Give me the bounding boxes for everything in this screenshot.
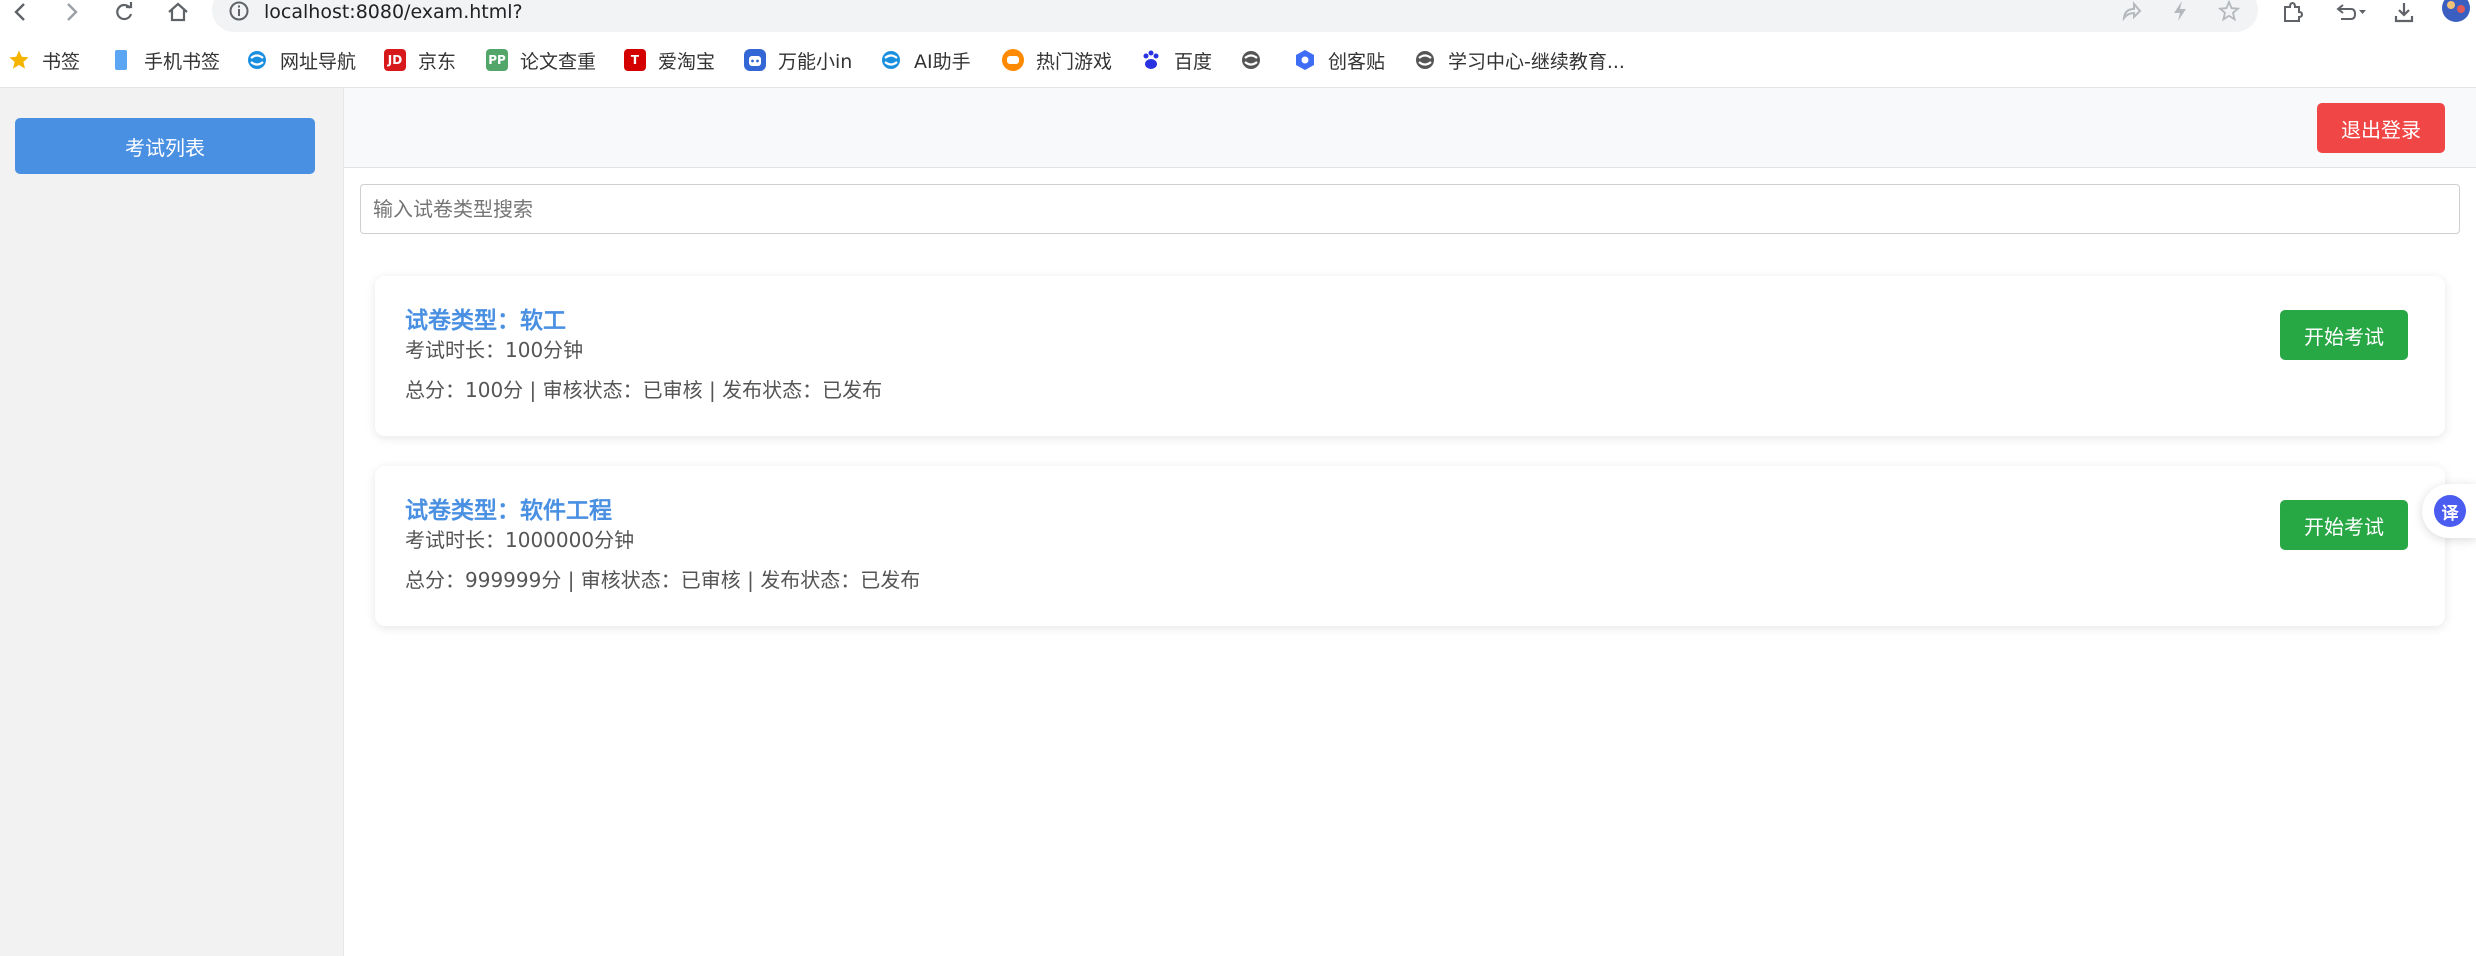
ai-assistant-icon [880, 49, 902, 71]
exam-card: 试卷类型：软工 考试时长：100分钟 总分：100分 | 审核状态：已审核 | … [375, 276, 2445, 436]
bookmark-label: 学习中心-继续教育... [1448, 50, 1625, 73]
pp-icon: PP [486, 49, 508, 71]
start-exam-button[interactable]: 开始考试 [2280, 310, 2408, 360]
bookmark-label: 书签 [42, 50, 81, 73]
browser-logo-icon [1240, 49, 1262, 71]
translate-icon: 译 [2434, 495, 2466, 527]
taobao-icon: T [624, 49, 646, 71]
logout-button[interactable]: 退出登录 [2317, 103, 2445, 153]
home-icon[interactable] [166, 0, 190, 24]
translate-floating-button[interactable]: 译 [2422, 484, 2476, 538]
bookmark-ai-assistant[interactable]: AI助手 [880, 40, 971, 80]
exam-meta: 总分：100分 | 审核状态：已审核 | 发布状态：已发布 [405, 378, 883, 402]
bookmark-label: 万能小in [778, 50, 853, 73]
start-exam-button[interactable]: 开始考试 [2280, 500, 2408, 550]
profile-avatar-icon[interactable] [2440, 0, 2472, 24]
bookmark-label: 网址导航 [280, 50, 357, 73]
exam-list-button[interactable]: 考试列表 [15, 118, 315, 174]
exam-card: 试卷类型：软件工程 考试时长：1000000分钟 总分：999999分 | 审核… [375, 466, 2445, 626]
browser-logo-icon [246, 49, 268, 71]
exam-type-title: 试卷类型：软工 [405, 308, 566, 334]
bookmark-games[interactable]: 热门游戏 [1002, 40, 1112, 80]
bookmark-label: 手机书签 [144, 50, 221, 73]
jd-icon: JD [384, 49, 406, 71]
bookmark-label: 京东 [418, 50, 457, 73]
download-icon[interactable] [2392, 0, 2416, 24]
exam-type-search-input[interactable] [360, 184, 2460, 234]
robot-icon [744, 49, 766, 71]
bookmark-folder-bookmarks[interactable]: 书签 [8, 40, 80, 80]
browser-toolbar: localhost:8080/exam.html? [0, 0, 2476, 34]
bookmark-nav[interactable]: 网址导航 [246, 40, 356, 80]
bookmark-label: 百度 [1174, 50, 1213, 73]
bookmarks-bar: 书签 手机书签 网址导航 JD 京东 PP 论文查重 T 爱淘宝 万能小in A… [0, 40, 2476, 80]
exam-app: 考试列表 退出登录 试卷类型：软工 考试时长：100分钟 总分：100分 | 审… [0, 88, 2476, 956]
top-bar: 退出登录 [344, 88, 2476, 168]
bookmark-wanneng[interactable]: 万能小in [744, 40, 852, 80]
game-icon [1002, 49, 1024, 71]
back-arrow-icon[interactable] [8, 0, 32, 24]
phone-icon [110, 49, 132, 71]
bookmark-label: 创客贴 [1328, 50, 1386, 73]
lightning-icon[interactable] [2170, 0, 2194, 24]
baidu-paw-icon [1140, 49, 1162, 71]
exam-meta: 总分：999999分 | 审核状态：已审核 | 发布状态：已发布 [405, 568, 921, 592]
chuangketie-icon [1294, 49, 1316, 71]
bookmark-jd[interactable]: JD 京东 [384, 40, 456, 80]
forward-arrow-icon[interactable] [60, 0, 84, 24]
bookmark-learning-center[interactable]: 学习中心-继续教育... [1414, 40, 1625, 80]
bookmark-unnamed[interactable] [1240, 40, 1274, 80]
bookmark-label: 爱淘宝 [658, 50, 716, 73]
bookmark-label: 论文查重 [520, 50, 597, 73]
exam-duration: 考试时长：100分钟 [405, 338, 584, 362]
share-icon[interactable] [2120, 0, 2144, 24]
address-url[interactable]: localhost:8080/exam.html? [264, 0, 523, 24]
browser-chrome: localhost:8080/exam.html? 书签 手机书签 网址导航 J… [0, 0, 2476, 88]
bookmark-plagiarism-check[interactable]: PP 论文查重 [486, 40, 596, 80]
bookmark-label: 热门游戏 [1036, 50, 1113, 73]
bookmark-chuangketie[interactable]: 创客贴 [1294, 40, 1385, 80]
exam-type-title: 试卷类型：软件工程 [405, 498, 612, 524]
exam-duration: 考试时长：1000000分钟 [405, 528, 635, 552]
star-bookmark-icon[interactable] [2217, 0, 2242, 24]
sidebar: 考试列表 [0, 88, 344, 956]
extensions-icon[interactable] [2280, 0, 2304, 24]
bookmark-label: AI助手 [914, 50, 971, 73]
reload-icon[interactable] [112, 0, 136, 24]
bookmark-taobao[interactable]: T 爱淘宝 [624, 40, 715, 80]
main-content: 退出登录 试卷类型：软工 考试时长：100分钟 总分：100分 | 审核状态：已… [344, 88, 2476, 956]
browser-logo-icon [1414, 49, 1436, 71]
star-icon [8, 49, 30, 71]
bookmark-baidu[interactable]: 百度 [1140, 40, 1212, 80]
bookmark-mobile[interactable]: 手机书签 [110, 40, 220, 80]
undo-dropdown-icon[interactable] [2332, 0, 2368, 24]
site-info-icon[interactable] [228, 0, 252, 24]
